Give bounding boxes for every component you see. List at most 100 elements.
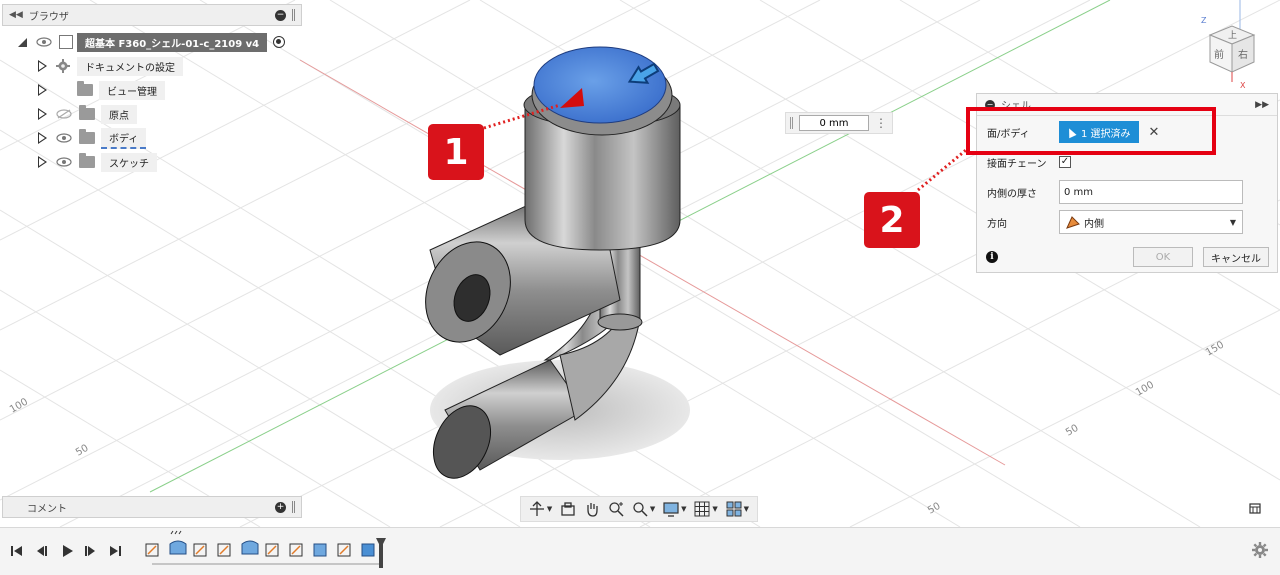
app-window: 100 50 150 100 50 50 上 前 右 Z X ◀◀ ブラウザ −… [0, 0, 1280, 575]
thickness-input[interactable]: 0 mm [1059, 180, 1243, 204]
sweep-feature-icon[interactable] [313, 543, 327, 557]
info-icon[interactable]: i [986, 251, 998, 263]
expand-closed-icon[interactable] [38, 132, 47, 144]
tree-item-bodies[interactable]: ボディ [2, 126, 302, 150]
tangent-chain-label: 接面チェーン [987, 158, 1047, 170]
tree-item-label[interactable]: 原点 [101, 104, 137, 124]
zoom-icon[interactable] [608, 501, 624, 517]
direction-select[interactable]: 内側 ▼ [1059, 210, 1243, 234]
minimize-icon[interactable]: − [275, 9, 286, 21]
activate-radio[interactable] [273, 36, 286, 48]
comments-title: コメント [27, 503, 67, 515]
go-to-start-icon[interactable] [10, 544, 24, 558]
cancel-button[interactable]: キャンセル [1203, 247, 1269, 267]
expand-closed-icon[interactable] [38, 60, 47, 72]
comments-header[interactable]: コメント + [2, 496, 302, 518]
hidden-eye-icon[interactable] [55, 108, 73, 120]
visibility-eye-icon[interactable] [55, 132, 73, 144]
thickness-label: 内側の厚さ [987, 188, 1037, 200]
folder-icon [79, 153, 95, 168]
chevron-down-icon[interactable]: ▼ [744, 505, 749, 513]
extrude-feature-icon[interactable] [169, 540, 187, 555]
tree-item-label[interactable]: スケッチ [101, 152, 157, 172]
step-back-icon[interactable] [34, 544, 48, 558]
expand-closed-icon[interactable] [38, 156, 47, 168]
grid-label: 100 [8, 397, 30, 416]
callout-2-leader [917, 148, 967, 192]
viewports-icon[interactable] [726, 501, 742, 517]
go-to-end-icon[interactable] [108, 544, 122, 558]
selected-face[interactable] [533, 46, 667, 124]
step-forward-icon[interactable] [84, 544, 98, 558]
viewcube-right[interactable]: 右 [1238, 48, 1248, 61]
callout-2: 2 [864, 192, 920, 248]
z-axis-mark: Z [1201, 16, 1207, 25]
grid-label: 50 [926, 501, 943, 517]
tangent-chain-checkbox[interactable]: ✓ [1059, 156, 1071, 168]
tree-root[interactable]: 超基本 F360_シェル-01-c_2109 v4 [2, 30, 302, 54]
chevron-down-icon[interactable]: ▼ [547, 505, 552, 513]
thickness-manipulator[interactable]: ⋮ [785, 112, 893, 134]
browser-panel: ◀◀ ブラウザ − 超基本 F360_シェル-01-c_2109 v4 ドキュメ… [2, 4, 302, 174]
extrude-feature-icon[interactable] [241, 540, 259, 555]
tree-item-label[interactable]: ビュー管理 [99, 80, 165, 100]
tree-item-view-management[interactable]: ビュー管理 [2, 78, 302, 102]
grid-label: 50 [1064, 423, 1081, 439]
tree-item-label[interactable]: ドキュメントの設定 [77, 56, 183, 76]
expand-closed-icon[interactable] [38, 84, 47, 96]
tree-item-document-settings[interactable]: ドキュメントの設定 [2, 54, 302, 78]
more-options-icon[interactable]: ⋮ [875, 117, 887, 129]
expand-open-icon[interactable] [18, 37, 27, 47]
highlight-box [966, 107, 1216, 155]
viewcube-top[interactable]: 上 [1228, 30, 1237, 41]
look-at-icon[interactable] [560, 501, 576, 517]
viewcube-front[interactable]: 前 [1214, 48, 1224, 61]
display-settings-icon[interactable] [663, 501, 679, 517]
sketch-feature-icon[interactable] [265, 543, 279, 557]
tree-item-sketches[interactable]: スケッチ [2, 150, 302, 174]
root-component-label[interactable]: 超基本 F360_シェル-01-c_2109 v4 [77, 32, 268, 52]
thickness-inline-input[interactable] [799, 115, 869, 131]
visibility-eye-icon[interactable] [35, 36, 53, 48]
timeline-settings-icon[interactable] [1252, 542, 1268, 561]
gear-icon [55, 58, 71, 74]
tree-item-label[interactable]: ボディ [101, 127, 147, 149]
sketch-feature-icon[interactable] [289, 543, 303, 557]
play-icon[interactable] [60, 544, 74, 558]
pan-hand-icon[interactable] [584, 501, 600, 517]
sketch-feature-icon[interactable] [193, 543, 207, 557]
browser-title: ブラウザ [28, 11, 69, 23]
panel-grip-icon[interactable] [292, 501, 295, 513]
visibility-eye-icon[interactable] [55, 156, 73, 168]
expand-closed-icon[interactable] [38, 108, 47, 120]
folder-icon [77, 81, 93, 96]
direction-row: 方向 内側 ▼ [987, 210, 1267, 234]
text-commands-icon[interactable] [1249, 502, 1261, 517]
orbit-icon[interactable] [529, 501, 545, 517]
direction-value: 内側 [1084, 218, 1104, 230]
x-axis-mark: X [1240, 81, 1246, 90]
chevron-down-icon[interactable]: ▼ [681, 505, 686, 513]
sketch-feature-icon[interactable] [217, 543, 231, 557]
folder-icon [79, 129, 95, 144]
ok-button[interactable]: OK [1133, 247, 1193, 267]
chevron-down-icon[interactable]: ▼ [650, 505, 655, 513]
component-icon [59, 35, 73, 49]
shell-feature-icon[interactable] [361, 543, 375, 557]
sketch-feature-icon[interactable] [337, 543, 351, 557]
panel-grip-icon[interactable] [292, 9, 295, 21]
edited-mark [170, 530, 182, 535]
inside-direction-icon [1066, 216, 1080, 229]
grid-settings-icon[interactable] [694, 501, 710, 517]
chevron-down-icon[interactable]: ▼ [712, 505, 717, 513]
add-comment-icon[interactable]: + [275, 501, 286, 513]
collapse-panel-icon[interactable]: ◀◀ [9, 10, 23, 20]
timeline-features[interactable] [140, 530, 400, 570]
thickness-row: 内側の厚さ 0 mm [987, 180, 1267, 204]
sketch-feature-icon[interactable] [145, 543, 159, 557]
navigation-toolbar: ▼ ▼ ▼ ▼ ▼ [520, 496, 758, 522]
grip-icon[interactable] [790, 117, 793, 129]
fit-icon[interactable] [632, 501, 648, 517]
tree-item-origin[interactable]: 原点 [2, 102, 302, 126]
expand-dialog-icon[interactable]: ▶▶ [1255, 100, 1269, 110]
